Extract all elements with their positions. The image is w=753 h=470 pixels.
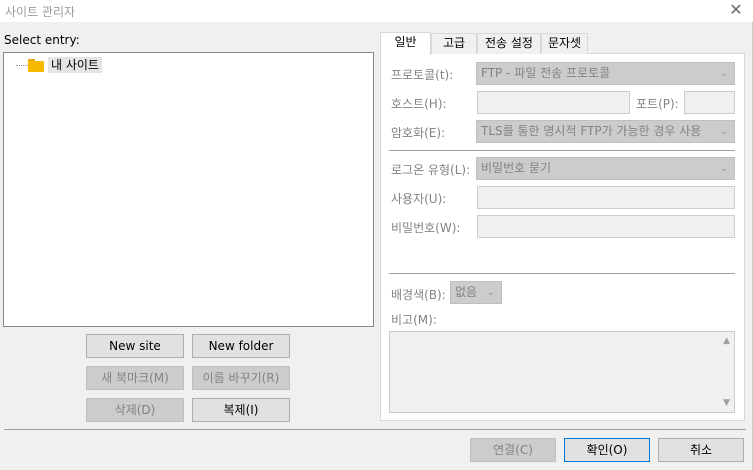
scroll-down-icon[interactable]: ▼: [723, 398, 730, 408]
comments-textarea[interactable]: ▲ ▼: [389, 331, 735, 413]
rename-button[interactable]: 이름 바꾸기(R): [192, 366, 290, 390]
chevron-down-icon: ⌄: [486, 287, 495, 298]
encryption-label: 암호화(E):: [391, 126, 446, 140]
user-input[interactable]: [477, 186, 735, 209]
new-folder-button[interactable]: New folder: [192, 334, 290, 358]
logon-type-label: 로그온 유형(L):: [391, 163, 471, 177]
tree-node-my-sites[interactable]: 내 사이트: [28, 56, 102, 74]
new-bookmark-button[interactable]: 새 북마크(M): [86, 366, 184, 390]
site-manager-dialog: 사이트 관리자 ✕ Select entry: 내 사이트 New site N…: [0, 0, 753, 470]
host-label: 호스트(H):: [391, 97, 447, 111]
background-color-value: 없음: [455, 285, 478, 299]
logon-type-select[interactable]: 비밀번호 묻기 ⌄: [476, 157, 735, 180]
tab-advanced[interactable]: 고급: [431, 33, 477, 54]
comments-label: 비고(M):: [391, 313, 437, 327]
footer-separator: [4, 429, 746, 430]
chevron-down-icon: ⌄: [719, 163, 728, 174]
background-color-select[interactable]: 없음 ⌄: [450, 281, 502, 304]
port-label: 포트(P):: [636, 97, 679, 111]
password-label: 비밀번호(W):: [391, 221, 461, 235]
connect-button[interactable]: 연결(C): [470, 438, 556, 462]
folder-icon: [28, 58, 44, 72]
encryption-select[interactable]: TLS를 통한 명시적 FTP가 가능한 경우 사용 ⌄: [476, 120, 735, 143]
host-input[interactable]: [477, 91, 630, 114]
protocol-label: 프로토콜(t):: [391, 68, 454, 82]
protocol-select[interactable]: FTP - 파일 전송 프로토콜 ⌄: [476, 62, 735, 85]
logon-type-value: 비밀번호 묻기: [481, 161, 552, 175]
title-bar: 사이트 관리자 ✕: [0, 0, 753, 22]
user-label: 사용자(U):: [391, 192, 447, 206]
separator: [389, 150, 735, 151]
chevron-down-icon: ⌄: [719, 68, 728, 79]
ok-button[interactable]: 확인(O): [564, 438, 650, 462]
tree-node-label: 내 사이트: [48, 57, 102, 73]
scroll-up-icon[interactable]: ▲: [723, 336, 730, 346]
new-site-button[interactable]: New site: [86, 334, 184, 358]
background-color-label: 배경색(B):: [391, 288, 446, 302]
separator: [389, 273, 735, 274]
encryption-value: TLS를 통한 명시적 FTP가 가능한 경우 사용: [481, 124, 702, 138]
duplicate-button[interactable]: 복제(I): [192, 398, 290, 422]
tab-general[interactable]: 일반: [380, 32, 431, 55]
select-entry-label: Select entry:: [4, 33, 80, 47]
tab-transfer-settings[interactable]: 전송 설정: [477, 33, 541, 54]
tab-charset[interactable]: 문자셋: [541, 33, 588, 54]
chevron-down-icon: ⌄: [719, 126, 728, 137]
port-input[interactable]: [684, 91, 735, 114]
close-icon[interactable]: ✕: [727, 1, 745, 19]
protocol-value: FTP - 파일 전송 프로토콜: [481, 66, 611, 80]
cancel-button[interactable]: 취소: [658, 438, 744, 462]
password-input[interactable]: [477, 215, 735, 238]
site-tree[interactable]: 내 사이트: [3, 52, 374, 327]
window-title: 사이트 관리자: [5, 5, 76, 19]
tree-connector: [16, 65, 28, 66]
delete-button[interactable]: 삭제(D): [86, 398, 184, 422]
